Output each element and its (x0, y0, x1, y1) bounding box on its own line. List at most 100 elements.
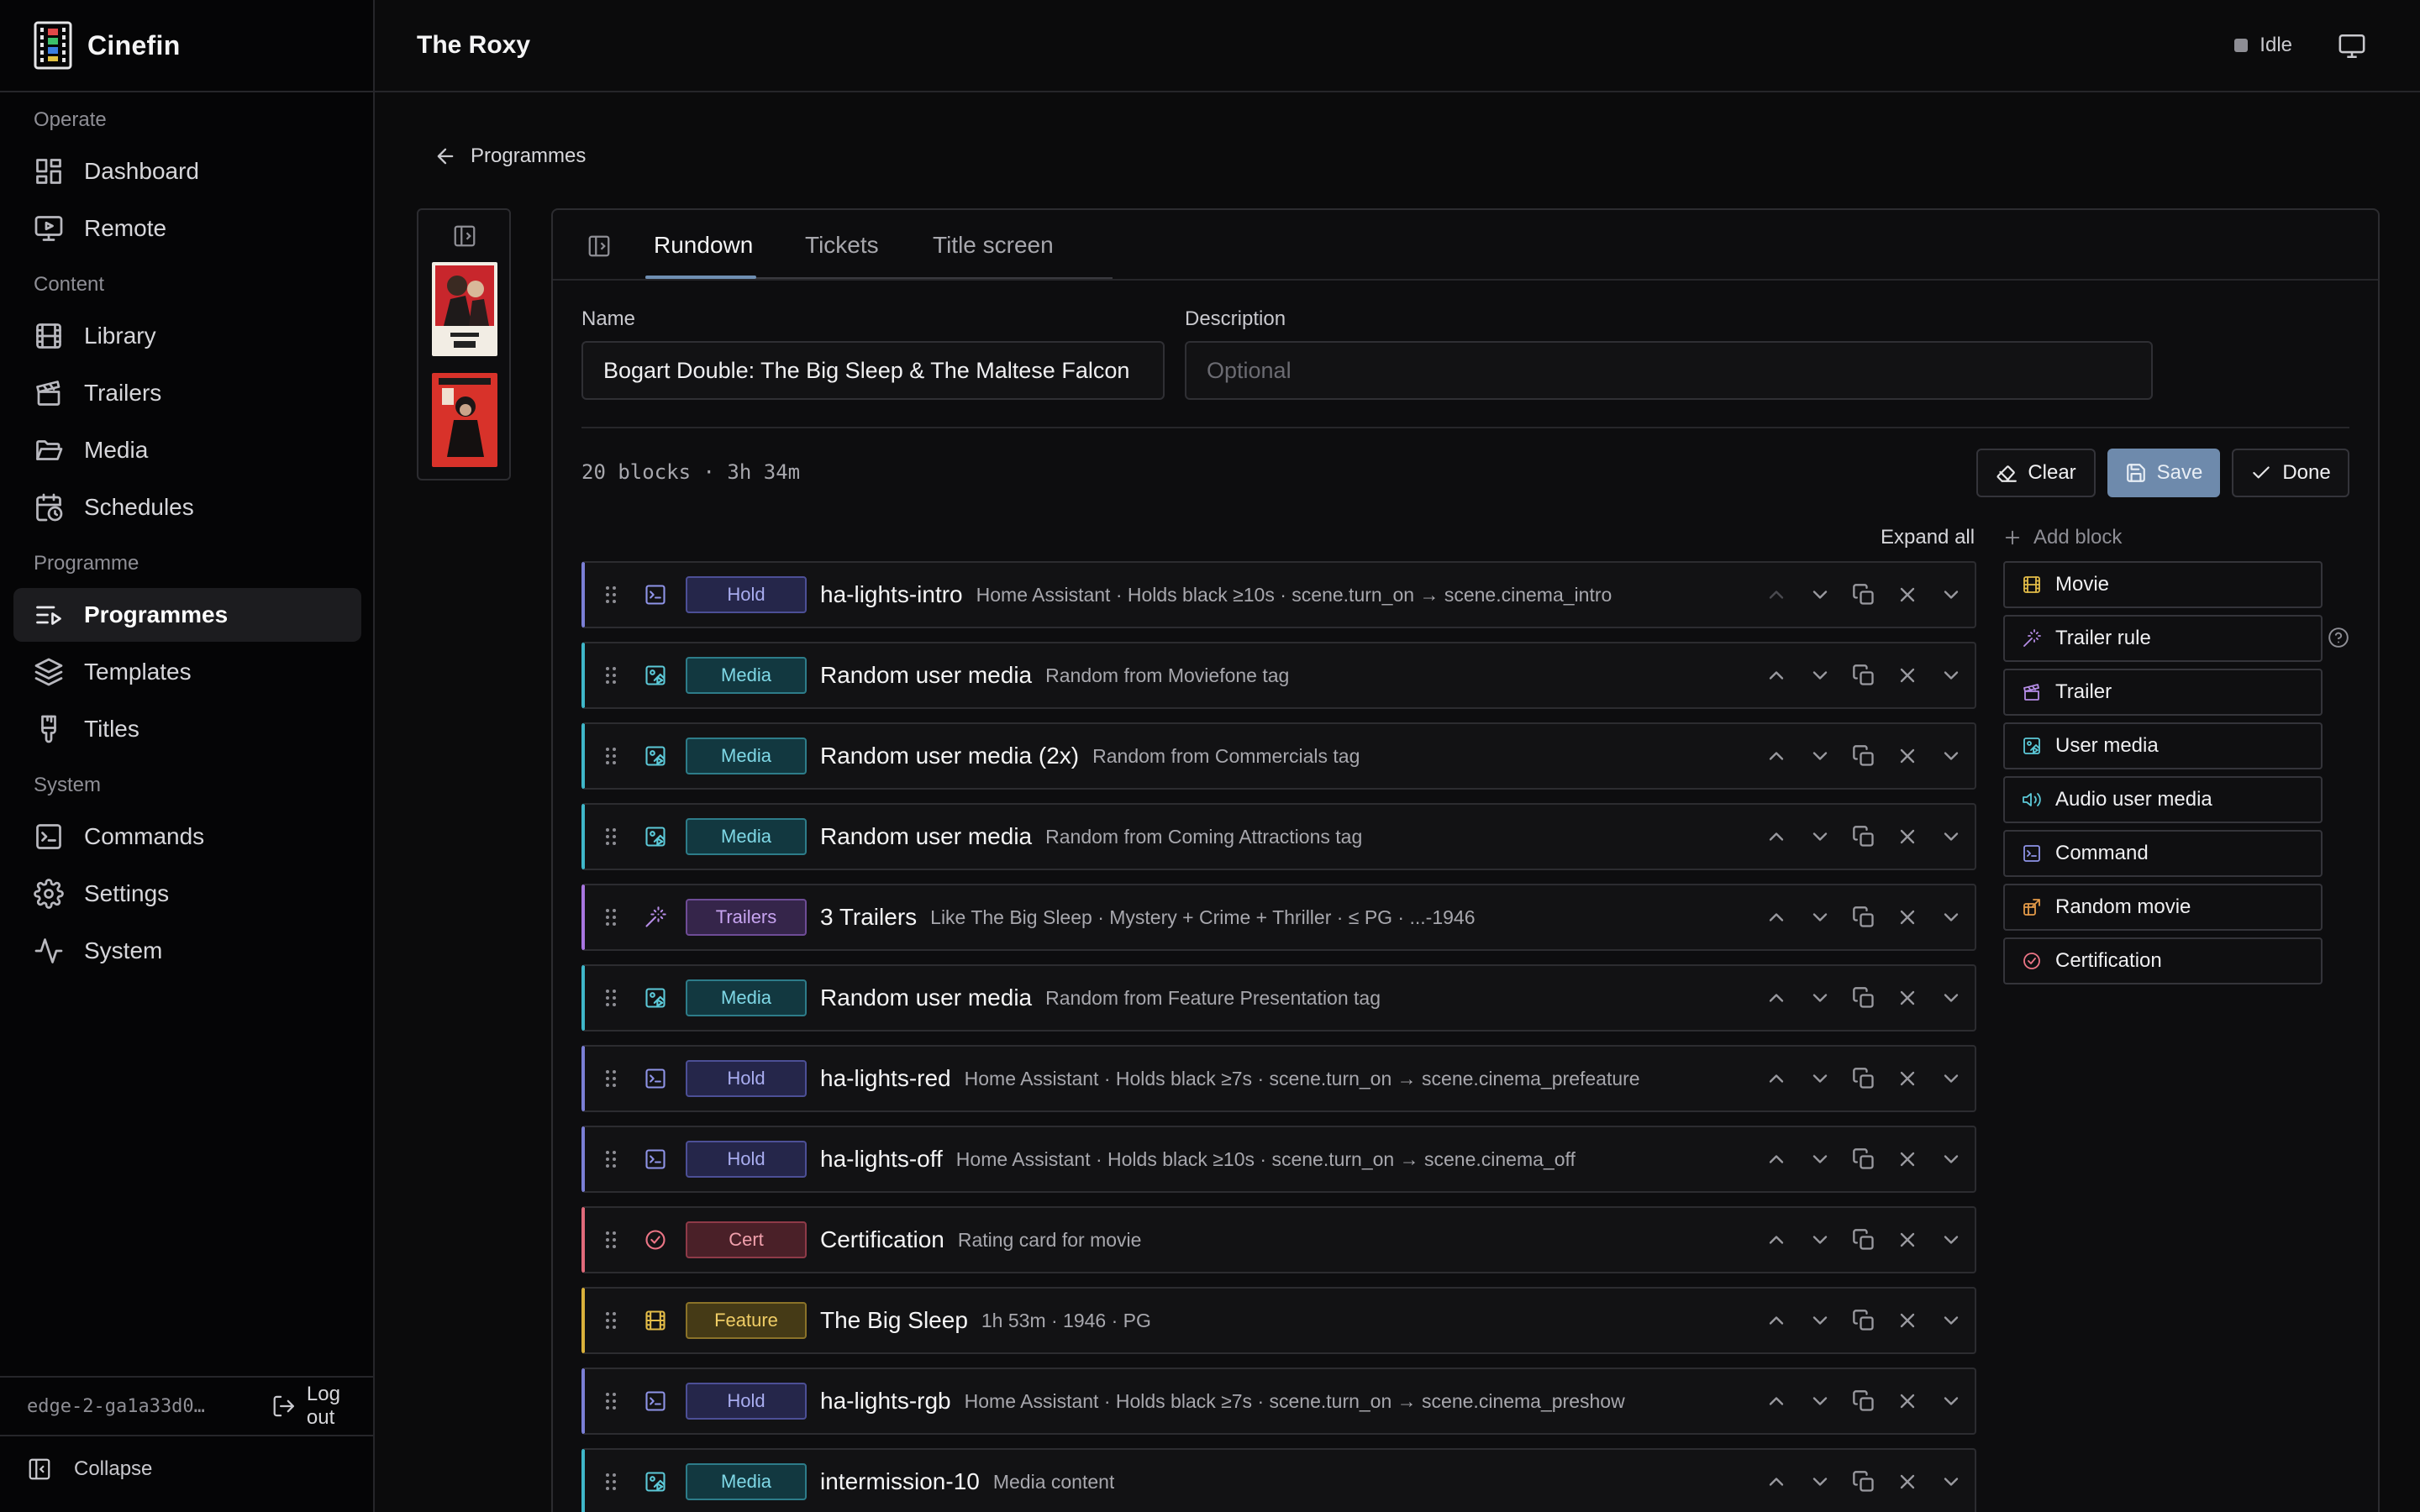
rundown-block[interactable]: Hold ha-lights-intro Home Assistant · Ho… (581, 561, 1976, 628)
remove-button[interactable] (1896, 1309, 1919, 1332)
rundown-block[interactable]: Feature The Big Sleep 1h 53m · 1946 · PG (581, 1287, 1976, 1354)
rundown-block[interactable]: Media Random user media Random from Movi… (581, 642, 1976, 709)
expand-button[interactable] (1939, 583, 1963, 606)
sidebar-item-templates[interactable]: Templates (13, 645, 361, 699)
move-up-button[interactable] (1765, 1470, 1788, 1494)
display-button[interactable] (2338, 32, 2366, 60)
drag-handle-icon[interactable] (605, 827, 617, 847)
expand-button[interactable] (1939, 1228, 1963, 1252)
rundown-block[interactable]: Hold ha-lights-rgb Home Assistant · Hold… (581, 1368, 1976, 1435)
rundown-block[interactable]: Media intermission-10 Media content (581, 1448, 1976, 1512)
remove-button[interactable] (1896, 1067, 1919, 1090)
expand-all-button[interactable]: Expand all (1881, 526, 1975, 549)
move-up-button[interactable] (1765, 583, 1788, 606)
poster-the-big-sleep[interactable] (432, 262, 497, 356)
duplicate-button[interactable] (1852, 664, 1876, 687)
drag-handle-icon[interactable] (605, 665, 617, 685)
sidebar-item-schedules[interactable]: Schedules (13, 480, 361, 534)
rundown-block[interactable]: Hold ha-lights-off Home Assistant · Hold… (581, 1126, 1976, 1193)
add-audio-user-media-button[interactable]: Audio user media (2003, 776, 2323, 823)
programme-name-input[interactable] (581, 341, 1165, 400)
move-up-button[interactable] (1765, 1067, 1788, 1090)
move-up-button[interactable] (1765, 825, 1788, 848)
drag-handle-icon[interactable] (605, 1391, 617, 1411)
poster-the-maltese-falcon[interactable] (432, 373, 497, 467)
remove-button[interactable] (1896, 906, 1919, 929)
done-button[interactable]: Done (2232, 449, 2349, 497)
drag-handle-icon[interactable] (605, 907, 617, 927)
sidebar-item-trailers[interactable]: Trailers (13, 366, 361, 420)
duplicate-button[interactable] (1852, 1309, 1876, 1332)
duplicate-button[interactable] (1852, 744, 1876, 768)
drag-handle-icon[interactable] (605, 1472, 617, 1492)
add-trailer-button[interactable]: Trailer (2003, 669, 2323, 716)
remove-button[interactable] (1896, 744, 1919, 768)
drag-handle-icon[interactable] (605, 988, 617, 1008)
move-up-button[interactable] (1765, 1228, 1788, 1252)
sidebar-item-media[interactable]: Media (13, 423, 361, 477)
drag-handle-icon[interactable] (605, 1068, 617, 1089)
expand-button[interactable] (1939, 1470, 1963, 1494)
move-up-button[interactable] (1765, 906, 1788, 929)
expand-button[interactable] (1939, 986, 1963, 1010)
sidebar-item-programmes[interactable]: Programmes (13, 588, 361, 642)
tab-tickets[interactable]: Tickets (805, 228, 879, 262)
move-down-button[interactable] (1808, 583, 1832, 606)
add-user-media-button[interactable]: User media (2003, 722, 2323, 769)
tab-title-screen[interactable]: Title screen (933, 228, 1054, 262)
move-up-button[interactable] (1765, 744, 1788, 768)
move-down-button[interactable] (1808, 1470, 1832, 1494)
move-down-button[interactable] (1808, 1309, 1832, 1332)
expand-button[interactable] (1939, 1309, 1963, 1332)
remove-button[interactable] (1896, 986, 1919, 1010)
logout-button[interactable]: Log out (271, 1383, 373, 1430)
clear-button[interactable]: Clear (1976, 449, 2096, 497)
add-trailer-rule-button[interactable]: Trailer rule (2003, 615, 2323, 662)
rundown-block[interactable]: Trailers 3 Trailers Like The Big Sleep ·… (581, 884, 1976, 951)
save-button[interactable]: Save (2107, 449, 2220, 497)
duplicate-button[interactable] (1852, 1470, 1876, 1494)
breadcrumb-back[interactable]: Programmes (434, 144, 586, 168)
drag-handle-icon[interactable] (605, 1149, 617, 1169)
editor-panel-toggle[interactable] (587, 234, 612, 259)
rundown-block[interactable]: Media Random user media Random from Comi… (581, 803, 1976, 870)
move-down-button[interactable] (1808, 906, 1832, 929)
move-down-button[interactable] (1808, 825, 1832, 848)
expand-button[interactable] (1939, 744, 1963, 768)
collapse-button[interactable]: Collapse (27, 1457, 152, 1482)
brand[interactable]: Cinefin (0, 0, 373, 92)
duplicate-button[interactable] (1852, 825, 1876, 848)
sidebar-item-remote[interactable]: Remote (13, 202, 361, 255)
rundown-block[interactable]: Hold ha-lights-red Home Assistant · Hold… (581, 1045, 1976, 1112)
remove-button[interactable] (1896, 825, 1919, 848)
move-up-button[interactable] (1765, 986, 1788, 1010)
move-down-button[interactable] (1808, 1147, 1832, 1171)
tab-rundown[interactable]: Rundown (654, 228, 753, 262)
sidebar-item-library[interactable]: Library (13, 309, 361, 363)
drag-handle-icon[interactable] (605, 1230, 617, 1250)
remove-button[interactable] (1896, 664, 1919, 687)
add-random-movie-button[interactable]: Random movie (2003, 884, 2323, 931)
move-down-button[interactable] (1808, 1389, 1832, 1413)
drag-handle-icon[interactable] (605, 746, 617, 766)
expand-button[interactable] (1939, 1389, 1963, 1413)
move-down-button[interactable] (1808, 1067, 1832, 1090)
remove-button[interactable] (1896, 1470, 1919, 1494)
expand-button[interactable] (1939, 1067, 1963, 1090)
duplicate-button[interactable] (1852, 1147, 1876, 1171)
description-input[interactable] (1185, 341, 2153, 400)
move-down-button[interactable] (1808, 986, 1832, 1010)
sidebar-item-system[interactable]: System (13, 924, 361, 978)
duplicate-button[interactable] (1852, 1067, 1876, 1090)
trailer-rule-help-button[interactable] (2328, 627, 2349, 648)
move-up-button[interactable] (1765, 1147, 1788, 1171)
remove-button[interactable] (1896, 583, 1919, 606)
rundown-block[interactable]: Cert Certification Rating card for movie (581, 1206, 1976, 1273)
move-down-button[interactable] (1808, 664, 1832, 687)
remove-button[interactable] (1896, 1147, 1919, 1171)
remove-button[interactable] (1896, 1389, 1919, 1413)
expand-button[interactable] (1939, 825, 1963, 848)
add-command-button[interactable]: Command (2003, 830, 2323, 877)
sidebar-item-titles[interactable]: Titles (13, 702, 361, 756)
move-up-button[interactable] (1765, 1309, 1788, 1332)
